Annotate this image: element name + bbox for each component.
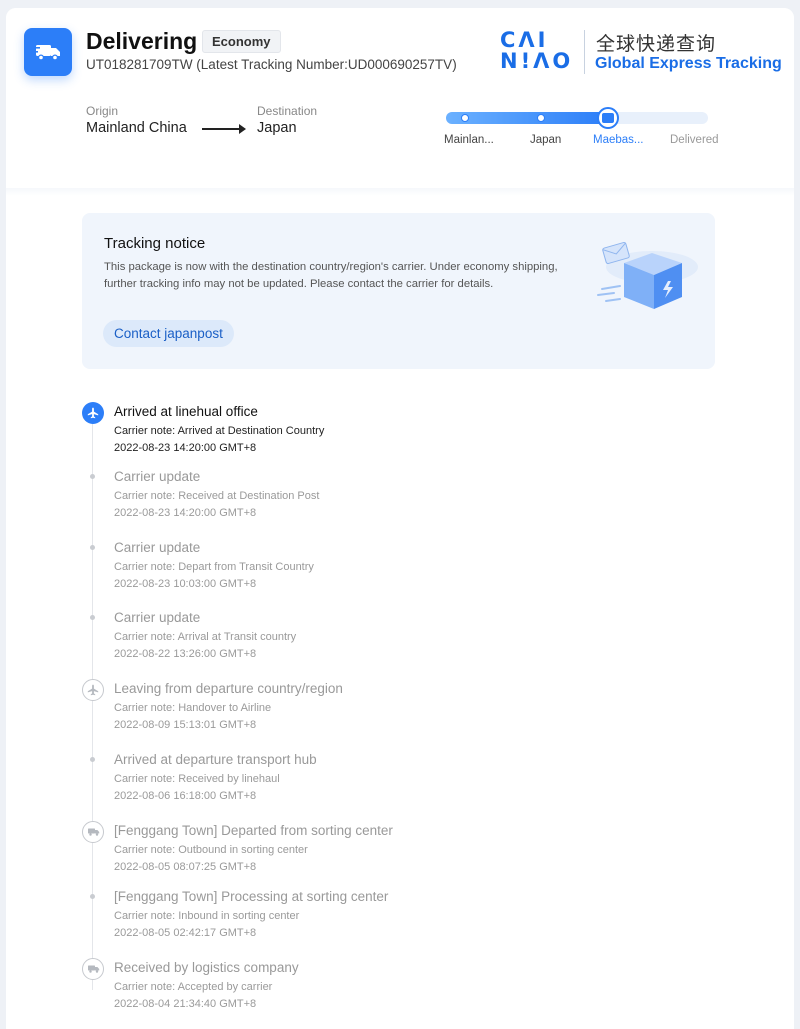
airplane-icon: [82, 402, 104, 424]
progress-fill: [446, 112, 609, 124]
logo-divider: [584, 30, 585, 74]
event-title: Carrier update: [114, 610, 201, 625]
dot-icon: [90, 545, 95, 550]
timeline-event: Carrier update Carrier note: Arrival at T…: [82, 606, 722, 666]
event-timestamp: 2022-08-05 02:42:17 GMT+8: [114, 927, 257, 939]
timeline-event: [Fenggang Town] Processing at sorting ce…: [82, 885, 722, 945]
event-timestamp: 2022-08-23 14:20:00 GMT+8: [114, 442, 257, 454]
notice-title: Tracking notice: [104, 235, 206, 252]
brand-name-cn: 全球快递查询: [596, 33, 717, 55]
contact-carrier-button[interactable]: Contact japanpost: [103, 320, 234, 347]
timeline-event: Carrier update Carrier note: Depart from …: [82, 536, 722, 596]
dot-icon: [90, 615, 95, 620]
tracking-timeline: Arrived at linehual office Carrier note: …: [82, 400, 722, 1020]
event-carrier-note: Carrier note: Arrived at Destination Cou…: [114, 425, 325, 437]
cainiao-logo: CΛI N!ΛO: [500, 30, 573, 72]
event-title: Arrived at linehual office: [114, 404, 258, 419]
event-timestamp: 2022-08-05 08:07:25 GMT+8: [114, 861, 257, 873]
progress-stage-label: Delivered: [670, 134, 719, 146]
event-title: Received by logistics company: [114, 960, 299, 975]
timeline-event: [Fenggang Town] Departed from sorting ce…: [82, 819, 722, 879]
brand-name-en: Global Express Tracking: [595, 55, 782, 72]
event-title: [Fenggang Town] Processing at sorting ce…: [114, 889, 389, 904]
airplane-icon: [82, 679, 104, 701]
truck-icon: [82, 821, 104, 843]
tracking-header: Delivering Economy UT018281709TW (Latest…: [6, 8, 794, 188]
delivery-status: Delivering: [86, 28, 198, 54]
progress-node-destination: [537, 114, 545, 122]
event-title: [Fenggang Town] Departed from sorting ce…: [114, 823, 393, 838]
origin-label: Origin: [86, 104, 119, 118]
event-carrier-note: Carrier note: Received at Destination Po…: [114, 490, 320, 502]
event-title: Carrier update: [114, 469, 201, 484]
dot-icon: [90, 474, 95, 479]
event-title: Leaving from departure country/region: [114, 681, 343, 696]
progress-bar: [446, 107, 708, 129]
dot-icon: [90, 757, 95, 762]
event-title: Arrived at departure transport hub: [114, 752, 317, 767]
progress-stage-label: Mainlan...: [444, 134, 494, 146]
timeline-event: Arrived at linehual office Carrier note: …: [82, 400, 722, 460]
event-carrier-note: Carrier note: Depart from Transit Countr…: [114, 561, 314, 573]
truck-icon: [82, 958, 104, 980]
event-carrier-note: Carrier note: Outbound in sorting center: [114, 844, 308, 856]
event-carrier-note: Carrier note: Handover to Airline: [114, 702, 272, 714]
event-timestamp: 2022-08-23 10:03:00 GMT+8: [114, 578, 257, 590]
dot-icon: [90, 894, 95, 899]
tracking-notice: Tracking notice This package is now with…: [82, 213, 715, 369]
event-carrier-note: Carrier note: Inbound in sorting center: [114, 910, 300, 922]
progress-current-icon: [597, 107, 619, 129]
destination-value: Japan: [257, 120, 297, 136]
progress-node-origin: [461, 114, 469, 122]
timeline-event: Leaving from departure country/region Car…: [82, 677, 722, 737]
notice-body: This package is now with the destination…: [104, 261, 558, 290]
event-title: Carrier update: [114, 540, 201, 555]
event-carrier-note: Carrier note: Received by linehaul: [114, 773, 280, 785]
service-level-badge: Economy: [202, 30, 281, 53]
logo-line-2: N!ΛO: [500, 49, 574, 73]
event-carrier-note: Carrier note: Arrival at Transit country: [114, 631, 297, 643]
truck-icon: [24, 28, 72, 76]
event-timestamp: 2022-08-04 21:34:40 GMT+8: [114, 998, 257, 1010]
tracking-number: UT018281709TW (Latest Tracking Number:UD…: [86, 57, 457, 72]
timeline-event: Received by logistics company Carrier not…: [82, 956, 722, 1016]
progress-stage-label: Maebas...: [593, 134, 644, 146]
event-timestamp: 2022-08-06 16:18:00 GMT+8: [114, 790, 257, 802]
parcel-illustration-icon: [597, 241, 698, 309]
event-timestamp: 2022-08-09 15:13:01 GMT+8: [114, 719, 257, 731]
progress-stage-label: Japan: [530, 134, 562, 146]
header-divider: [6, 188, 794, 196]
event-carrier-note: Carrier note: Accepted by carrier: [114, 981, 273, 993]
destination-label: Destination: [257, 104, 318, 118]
event-timestamp: 2022-08-23 14:20:00 GMT+8: [114, 507, 257, 519]
timeline-event: Carrier update Carrier note: Received at …: [82, 465, 722, 525]
origin-value: Mainland China: [86, 120, 187, 136]
event-timestamp: 2022-08-22 13:26:00 GMT+8: [114, 648, 257, 660]
route-arrow-icon: [202, 124, 246, 134]
logo-line-1: CΛI: [500, 28, 549, 52]
timeline-event: Arrived at departure transport hub Carrie…: [82, 748, 722, 808]
tracking-page: Delivering Economy UT018281709TW (Latest…: [6, 8, 794, 1029]
